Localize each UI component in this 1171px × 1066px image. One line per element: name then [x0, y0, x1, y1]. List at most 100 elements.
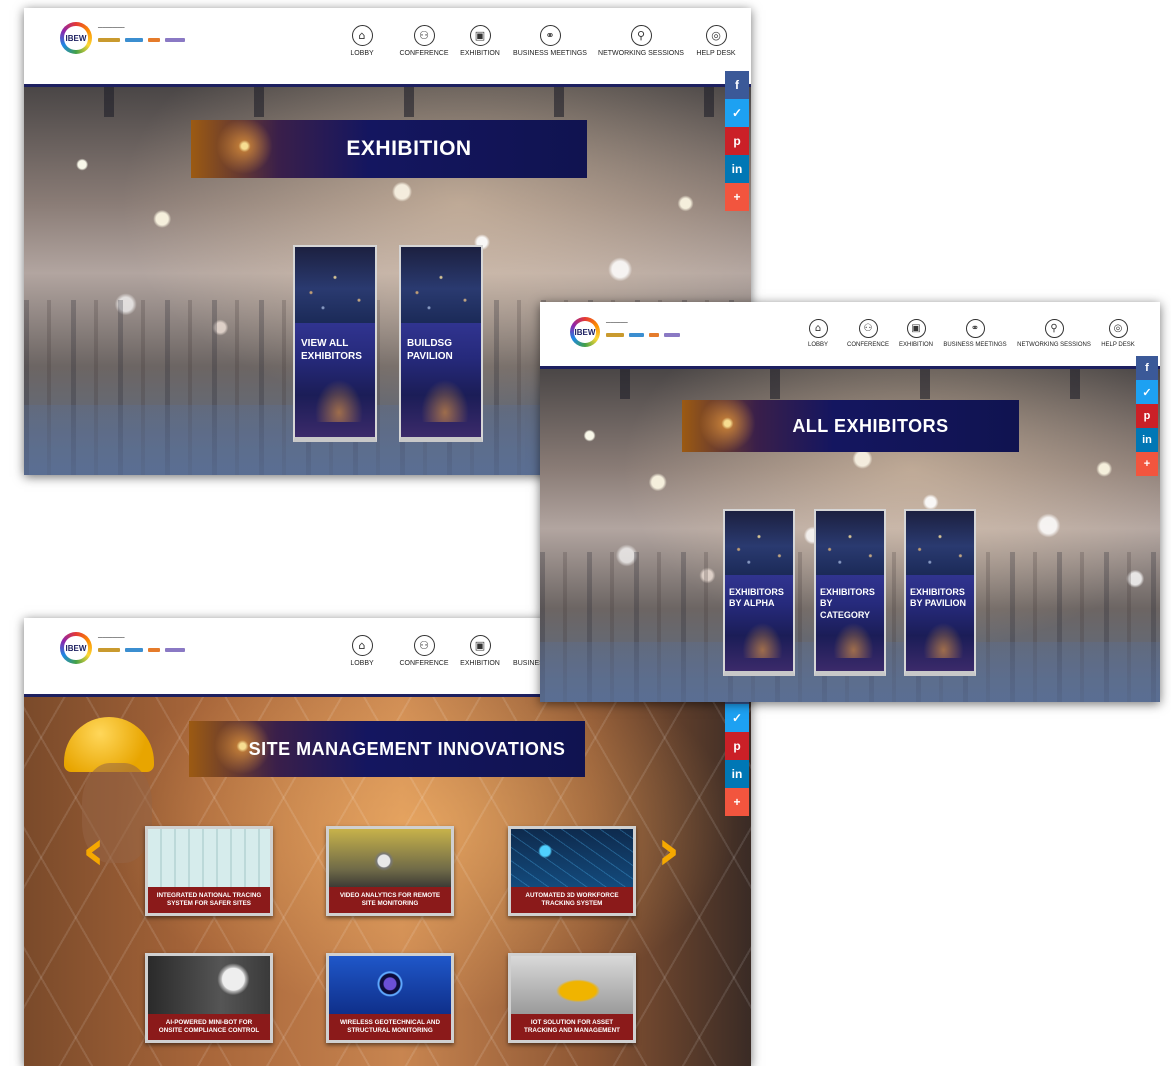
- main-navigation: ⌂LOBBY ⚇CONFERENCE ▣EXHIBITION ⚭BUSINESS…: [336, 25, 738, 57]
- ibew-logo-ring: IBEW: [60, 632, 92, 664]
- buildsg-pavilion-kiosk[interactable]: BUILDSG PAVILION: [399, 245, 483, 442]
- page-title: ALL EXHIBITORS: [792, 415, 949, 436]
- nav-item-conference[interactable]: ⚇ CONFERENCE: [394, 25, 454, 57]
- linkedin-icon[interactable]: in: [725, 760, 749, 788]
- nav-item-exhibition[interactable]: ▣ EXHIBITION: [456, 25, 504, 57]
- partner-logo-mark: [148, 38, 160, 42]
- partner-logo-mark: [606, 333, 624, 337]
- card-image: [511, 829, 633, 887]
- conference-icon: ⚇: [413, 25, 435, 46]
- nav-item-exhibition[interactable]: ▣ EXHIBITION: [456, 635, 504, 667]
- nav-item-help-desk[interactable]: ◎HELP DESK: [694, 25, 738, 57]
- exhibitors-by-category-kiosk[interactable]: EXHIBITORS BY CATEGORY: [814, 509, 886, 676]
- share-more-icon[interactable]: +: [1136, 452, 1158, 476]
- view-all-exhibitors-kiosk[interactable]: VIEW ALL EXHIBITORS: [293, 245, 377, 442]
- nav-item-business-meetings[interactable]: ⚭BUSINESS MEETINGS: [942, 319, 1008, 348]
- ibew-logo-ring: IBEW: [570, 317, 600, 347]
- innovation-card[interactable]: INTEGRATED NATIONAL TRACING SYSTEM FOR SA…: [145, 826, 273, 916]
- nav-item-networking-sessions[interactable]: ⚲NETWORKING SESSIONS: [596, 25, 686, 57]
- carousel-next-arrow-icon[interactable]: ›: [657, 823, 680, 879]
- exhibitors-by-pavilion-kiosk[interactable]: EXHIBITORS BY PAVILION: [904, 509, 976, 676]
- partner-logo-mark: [125, 648, 143, 652]
- nav-item-lobby[interactable]: ⌂ LOBBY: [336, 25, 388, 57]
- partner-logos: [98, 38, 185, 42]
- top-nav-bar: IBEW ━━━━━━━━━━━ ⌂ LOBBY ⚇ CONFERENCE ▣ EXH…: [24, 8, 751, 87]
- help-desk-icon: ◎: [705, 25, 727, 46]
- ibew-logo[interactable]: IBEW ━━━━━━━━━━━: [60, 22, 185, 54]
- top-nav-bar: IBEW ━━━━━━━━━ ⌂ LOBBY ⚇ CONFERENCE ▣ EXHIB…: [540, 302, 1160, 369]
- nav-item-business-meetings[interactable]: ⚭BUSINESS MEETINGS: [510, 25, 590, 57]
- nav-item-conference[interactable]: ⚇ CONFERENCE: [394, 635, 454, 667]
- business-meetings-icon: ⚭: [965, 319, 985, 338]
- nav-item-conference[interactable]: ⚇ CONFERENCE: [844, 319, 892, 348]
- logo-text: IBEW: [64, 26, 88, 50]
- lobby-icon: ⌂: [351, 635, 373, 656]
- networking-sessions-icon: ⚲: [630, 25, 652, 46]
- partner-logo-mark: [165, 38, 185, 42]
- linkedin-icon[interactable]: in: [1136, 428, 1158, 452]
- carousel-prev-arrow-icon[interactable]: ‹: [82, 823, 105, 879]
- innovation-card[interactable]: AI-POWERED MINI-BOT FOR ONSITE COMPLIANCE…: [145, 953, 273, 1043]
- innovation-card[interactable]: VIDEO ANALYTICS FOR REMOTE SITE MONITORIN…: [326, 826, 454, 916]
- networking-sessions-icon: ⚲: [1044, 319, 1064, 338]
- linkedin-icon[interactable]: in: [725, 155, 749, 183]
- page-title: SITE MANAGEMENT INNOVATIONS: [248, 738, 566, 759]
- innovation-card[interactable]: AUTOMATED 3D WORKFORCE TRACKING SYSTEM: [508, 826, 636, 916]
- nav-item-help-desk[interactable]: ◎HELP DESK: [1100, 319, 1136, 348]
- share-more-icon[interactable]: +: [725, 183, 749, 211]
- nav-item-exhibition[interactable]: ▣ EXHIBITION: [896, 319, 936, 348]
- exhibition-icon: ▣: [469, 25, 491, 46]
- site-management-banner: SITE MANAGEMENT INNOVATIONS: [189, 721, 585, 777]
- nav-item-networking-sessions[interactable]: ⚲NETWORKING SESSIONS: [1016, 319, 1092, 348]
- help-desk-icon: ◎: [1108, 319, 1128, 338]
- lobby-icon: ⌂: [808, 319, 828, 338]
- share-more-icon[interactable]: +: [725, 788, 749, 816]
- ibew-logo-ring: IBEW: [60, 22, 92, 54]
- partner-logo-mark: [98, 38, 120, 42]
- nav-item-lobby[interactable]: ⌂ LOBBY: [336, 635, 388, 667]
- pinterest-icon[interactable]: p: [725, 127, 749, 155]
- logo-subtitle-graphic: ━━━━━━━━━━━: [98, 25, 125, 30]
- logo-text: IBEW: [64, 636, 88, 660]
- innovation-card[interactable]: WIRELESS GEOTECHNICAL AND STRUCTURAL MONI…: [326, 953, 454, 1043]
- card-image: [329, 829, 451, 887]
- logo-text: IBEW: [574, 321, 596, 343]
- all-exhibitors-screenshot: IBEW ━━━━━━━━━ ⌂ LOBBY ⚇ CONFERENCE ▣ EXHIB…: [540, 302, 1160, 702]
- partner-logo-mark: [165, 648, 185, 652]
- partner-logos: [606, 333, 680, 337]
- card-image: [148, 829, 270, 887]
- twitter-icon[interactable]: ✓: [1136, 380, 1158, 404]
- twitter-icon[interactable]: ✓: [725, 99, 749, 127]
- exhibition-icon: ▣: [469, 635, 491, 656]
- partner-logos: [98, 648, 185, 652]
- social-share-bar: f ✓ p in +: [725, 71, 749, 211]
- exhibition-hall-background: ALL EXHIBITORS EXHIBITORS BY ALPHA EXHIBI…: [540, 369, 1160, 702]
- card-image: [148, 956, 270, 1014]
- ibew-logo[interactable]: IBEW ━━━━━━━━━━━: [60, 632, 185, 664]
- social-share-bar: f ✓ p in +: [1136, 356, 1158, 476]
- partner-logo-mark: [125, 38, 143, 42]
- card-image: [511, 956, 633, 1014]
- twitter-icon[interactable]: ✓: [725, 704, 749, 732]
- facebook-icon[interactable]: f: [1136, 356, 1158, 380]
- exhibition-banner: EXHIBITION: [191, 120, 587, 178]
- page-title: EXHIBITION: [346, 137, 472, 160]
- all-exhibitors-banner: ALL EXHIBITORS: [682, 400, 1019, 452]
- pinterest-icon[interactable]: p: [725, 732, 749, 760]
- facebook-icon[interactable]: f: [725, 71, 749, 99]
- pinterest-icon[interactable]: p: [1136, 404, 1158, 428]
- logo-subtitle-graphic: ━━━━━━━━━━━: [98, 635, 125, 640]
- partner-logo-mark: [98, 648, 120, 652]
- innovation-card[interactable]: IOT SOLUTION FOR ASSET TRACKING AND MANAG…: [508, 953, 636, 1043]
- conference-icon: ⚇: [858, 319, 878, 338]
- ibew-logo[interactable]: IBEW ━━━━━━━━━: [570, 317, 680, 347]
- nav-item-lobby[interactable]: ⌂ LOBBY: [802, 319, 834, 348]
- business-meetings-icon: ⚭: [539, 25, 561, 46]
- construction-worker-background: SITE MANAGEMENT INNOVATIONS ‹ › INTEGRAT…: [24, 697, 751, 1066]
- partner-logo-mark: [649, 333, 659, 337]
- partner-logo-mark: [148, 648, 160, 652]
- logo-subtitle-graphic: ━━━━━━━━━: [606, 320, 628, 325]
- main-navigation: ⌂LOBBY ⚇CONFERENCE ▣EXHIBITION ⚭BUSINESS…: [802, 319, 1136, 348]
- exhibitors-by-alpha-kiosk[interactable]: EXHIBITORS BY ALPHA: [723, 509, 795, 676]
- conference-icon: ⚇: [413, 635, 435, 656]
